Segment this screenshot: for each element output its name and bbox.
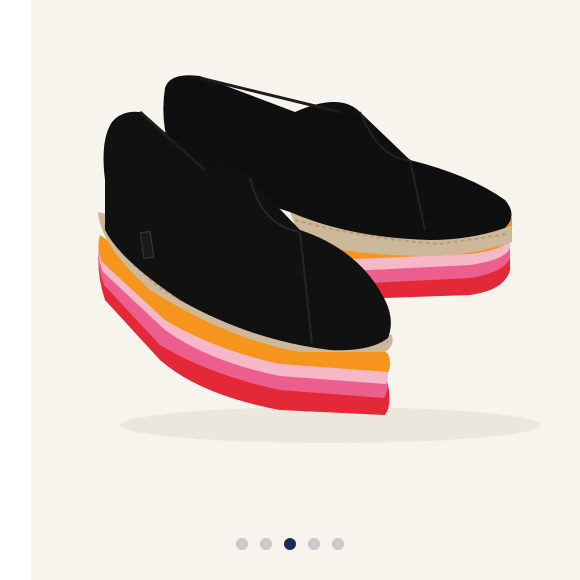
product-gallery — [0, 0, 580, 580]
carousel-pagination — [0, 537, 580, 551]
carousel-dot-4[interactable] — [308, 538, 320, 550]
carousel-dot-3[interactable] — [284, 538, 296, 550]
carousel-dot-1[interactable] — [236, 538, 248, 550]
shoe-illustration — [98, 75, 540, 443]
product-image[interactable] — [31, 0, 580, 580]
carousel-dot-5[interactable] — [332, 538, 344, 550]
carousel-dot-2[interactable] — [260, 538, 272, 550]
